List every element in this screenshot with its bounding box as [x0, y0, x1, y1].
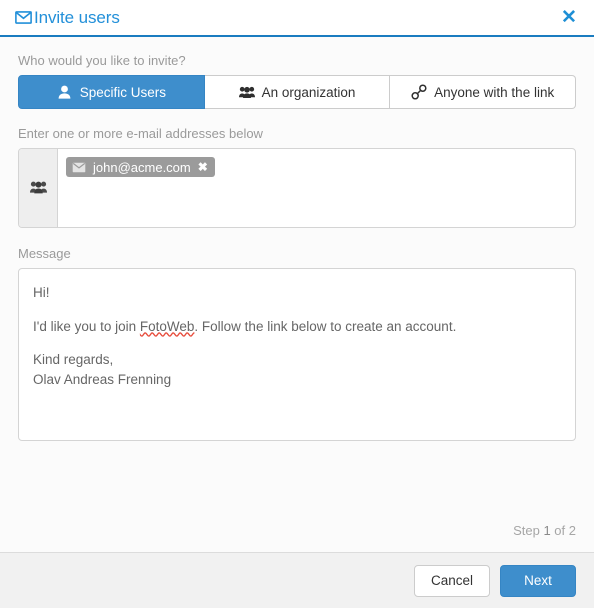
tab-anyone-with-the-link-label: Anyone with the link: [434, 84, 555, 100]
dialog-footer: Cancel Next: [0, 552, 594, 608]
dialog-body: Who would you like to invite? Specific U…: [0, 37, 594, 550]
link-icon: [411, 84, 427, 100]
recipients-addon: [19, 149, 58, 227]
message-body-prefix: I'd like you to join: [33, 318, 140, 334]
message-body-suffix: . Follow the link below to create an acc…: [194, 318, 457, 334]
tab-specific-users-label: Specific Users: [79, 84, 166, 100]
dialog-title-text: Invite users: [34, 7, 120, 27]
tab-an-organization-label: An organization: [261, 84, 356, 100]
message-body: I'd like you to join FotoWeb. Follow the…: [33, 317, 561, 337]
cancel-button[interactable]: Cancel: [413, 564, 490, 597]
envelope-icon: [14, 8, 33, 27]
message-closing: Kind regards,: [33, 352, 114, 368]
step-prefix: Step: [513, 523, 540, 538]
audience-tab-group: Specific Users An organization Anyone wi…: [18, 75, 577, 109]
step-total: 2: [568, 523, 576, 538]
message-greeting: Hi!: [33, 285, 50, 300]
message-signoff: Kind regards, Olav Andreas Frenning: [33, 350, 561, 389]
email-token-label: john@acme.com: [93, 159, 191, 175]
step-separator: of: [554, 523, 566, 538]
dialog-title: Invite users: [14, 8, 558, 28]
tab-specific-users[interactable]: Specific Users: [18, 75, 205, 109]
tab-anyone-with-the-link[interactable]: Anyone with the link: [390, 75, 577, 109]
users-group-icon: [238, 84, 255, 100]
users-group-icon: [29, 180, 47, 197]
message-signature: Olav Andreas Frenning: [33, 371, 172, 387]
recipients-input[interactable]: john@acme.com ✖: [18, 148, 576, 228]
next-button[interactable]: Next: [500, 564, 576, 597]
email-token[interactable]: john@acme.com ✖: [66, 157, 215, 177]
close-icon[interactable]: ✕: [558, 7, 580, 29]
user-icon: [57, 84, 73, 100]
audience-label: Who would you like to invite?: [18, 53, 186, 68]
dialog-header: Invite users ✕: [0, 0, 594, 37]
step-current: 1: [543, 523, 551, 538]
recipients-label: Enter one or more e-mail addresses below: [18, 126, 263, 141]
message-textarea[interactable]: Hi! I'd like you to join FotoWeb. Follow…: [18, 268, 576, 441]
recipients-token-list: john@acme.com ✖: [58, 149, 575, 227]
message-label: Message: [18, 246, 71, 261]
step-indicator: Step 1 of 2: [513, 523, 576, 538]
tab-an-organization[interactable]: An organization: [204, 75, 391, 109]
close-icon[interactable]: ✖: [198, 161, 208, 173]
envelope-icon: [72, 162, 86, 173]
message-body-highlight: FotoWeb: [139, 318, 195, 334]
